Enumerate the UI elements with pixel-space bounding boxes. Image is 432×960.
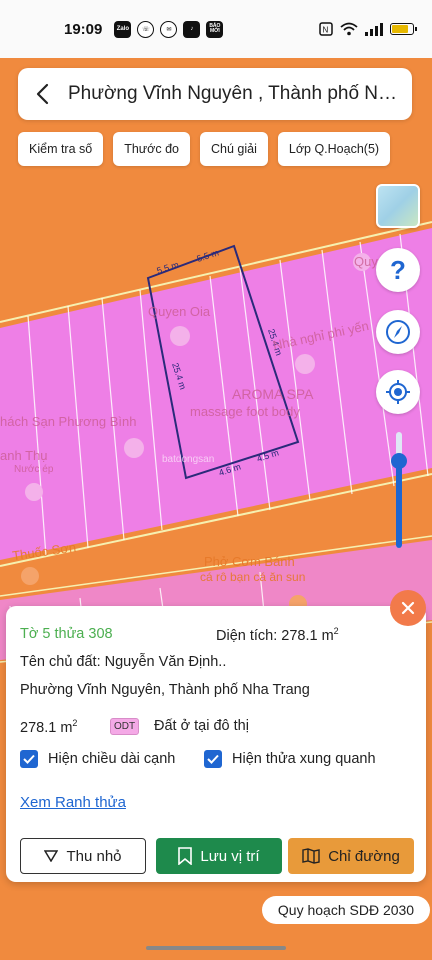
checkbox-show-edge-lengths[interactable]: Hiện chiều dài cạnh (20, 750, 175, 768)
search-bar[interactable]: Phường Vĩnh Nguyên , Thành phố Nh... (18, 68, 412, 120)
status-time: 19:09 (64, 20, 103, 38)
map-place-label: anh Thụ (0, 448, 48, 463)
compass-button[interactable] (376, 310, 420, 354)
close-icon (401, 601, 415, 615)
triangle-down-icon (44, 850, 59, 862)
checkbox-checked-icon[interactable] (20, 750, 38, 768)
edge-length-label: 5.5 m (196, 247, 221, 263)
edge-length-label: 5.5 m (156, 259, 181, 275)
map-place-label: massage foot body (190, 404, 300, 419)
map-place-label: Quy (354, 254, 378, 269)
chip-legend[interactable]: Chú giải (200, 132, 268, 166)
area-value: 278.1 m2 (20, 718, 78, 736)
gesture-nav-bar[interactable] (146, 946, 286, 950)
save-location-button[interactable]: Lưu vị trí (156, 838, 282, 874)
directions-button[interactable]: Chỉ đường (288, 838, 414, 874)
checkbox-label: Hiện chiều dài cạnh (48, 751, 176, 767)
minimize-button[interactable]: Thu nhỏ (20, 838, 146, 874)
help-button[interactable]: ? (376, 248, 420, 292)
land-type: Đất ở tại đô thị (154, 718, 249, 734)
viber-icon: ☏ (137, 20, 155, 38)
map-place-label: cá rô bạn cá ăn sun (200, 570, 306, 584)
poi-icon[interactable] (295, 354, 315, 374)
poi-icon[interactable] (25, 483, 43, 501)
baomoi-icon: BÁO MỚI (206, 20, 224, 38)
map-place-label: hách Sạn Phương Bình (0, 414, 137, 429)
zalo-icon: Zalo (114, 20, 132, 38)
notification-icons: Zalo ☏ ✉ ♪ BÁO MỚI (114, 20, 224, 38)
status-bar: 19:09 Zalo ☏ ✉ ♪ BÁO MỚI N (0, 0, 432, 58)
back-arrow-icon[interactable] (30, 82, 54, 106)
parcel-number: Tờ 5 thửa 308 (20, 626, 113, 642)
compass-icon (386, 320, 410, 344)
svg-text:N: N (323, 26, 329, 35)
residential-zone (0, 228, 432, 560)
my-location-button[interactable] (376, 370, 420, 414)
chip-ruler[interactable]: Thước đo (113, 132, 190, 166)
checkbox-show-neighbor-parcels[interactable]: Hiện thửa xung quanh (204, 750, 376, 768)
zoom-slider-handle[interactable] (391, 453, 407, 469)
poi-icon[interactable] (21, 567, 39, 585)
zoom-slider-fill (396, 461, 402, 548)
signal-icon (365, 22, 383, 36)
svg-text:?: ? (390, 257, 406, 283)
map-place-label: AROMA SPA (232, 386, 314, 402)
land-code-badge: ODT (110, 718, 140, 735)
checkbox-label: Hiện thửa xung quanh (232, 751, 376, 767)
close-card-button[interactable] (390, 590, 426, 626)
map-place-label: Nước ép (14, 464, 54, 475)
toolbar-chips: Kiểm tra số Thước đo Chú giải Lớp Q.Hoạc… (18, 132, 391, 166)
watermark: batdongsan (162, 454, 215, 465)
poi-icon[interactable] (170, 326, 190, 346)
chip-planning-layers[interactable]: Lớp Q.Hoạch(5) (277, 132, 391, 166)
nfc-icon: N (319, 22, 333, 36)
owner-name: Tên chủ đất: Nguyễn Văn Định.. (20, 654, 227, 670)
parcel-address: Phường Vĩnh Nguyên, Thành phố Nha Trang (20, 682, 310, 698)
planning-badge[interactable]: Quy hoạch SDĐ 2030 (262, 896, 430, 924)
map-place-label: Phở Cơm Bánh (204, 554, 295, 569)
poi-icon[interactable] (124, 438, 144, 458)
wifi-icon (340, 22, 358, 36)
map-icon (302, 848, 320, 864)
bookmark-icon (178, 847, 193, 865)
parcel-area: Diện tích: 278.1 m2 (216, 626, 339, 644)
view-boundary-link[interactable]: Xem Ranh thửa (20, 794, 126, 811)
chip-check-number[interactable]: Kiểm tra số (18, 132, 104, 166)
messenger-icon: ✉ (160, 20, 178, 38)
map-layer-toggle-button[interactable] (376, 184, 420, 228)
checkbox-checked-icon[interactable] (204, 750, 222, 768)
question-icon: ? (390, 257, 406, 283)
map-place-label: Quyen Oia (148, 304, 211, 319)
location-title[interactable]: Phường Vĩnh Nguyên , Thành phố Nh... (68, 83, 400, 105)
location-target-icon (386, 380, 410, 404)
battery-icon (390, 23, 417, 35)
tiktok-icon: ♪ (183, 20, 201, 38)
